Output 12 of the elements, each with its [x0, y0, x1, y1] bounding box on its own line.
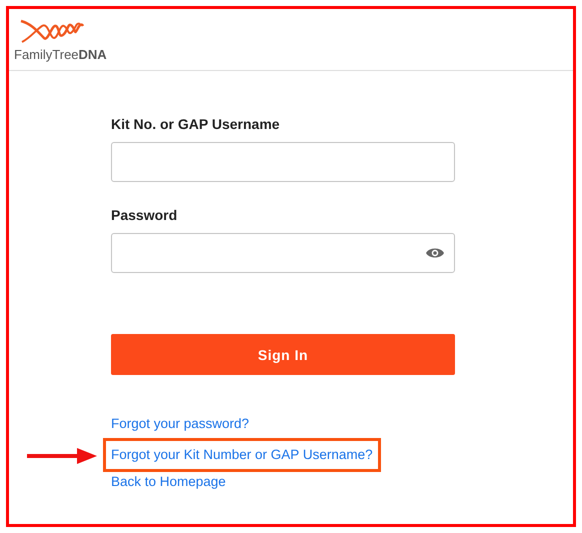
arrow-icon [27, 448, 97, 464]
password-field[interactable] [111, 233, 455, 273]
logo-text: FamilyTreeDNA [14, 47, 107, 62]
link[interactable]: Forgot your Kit Number or GAP Username? [103, 438, 381, 472]
helix-logo-icon [20, 18, 84, 44]
field-label: Kit No. or GAP Username [111, 116, 281, 132]
username-field[interactable] [111, 142, 455, 182]
sign-in-button[interactable]: Sign In [111, 334, 455, 375]
field-label: Password [111, 207, 178, 223]
link[interactable]: Back to Homepage [111, 472, 226, 492]
link[interactable]: Forgot your password? [111, 414, 250, 434]
eye-icon[interactable] [426, 247, 444, 259]
